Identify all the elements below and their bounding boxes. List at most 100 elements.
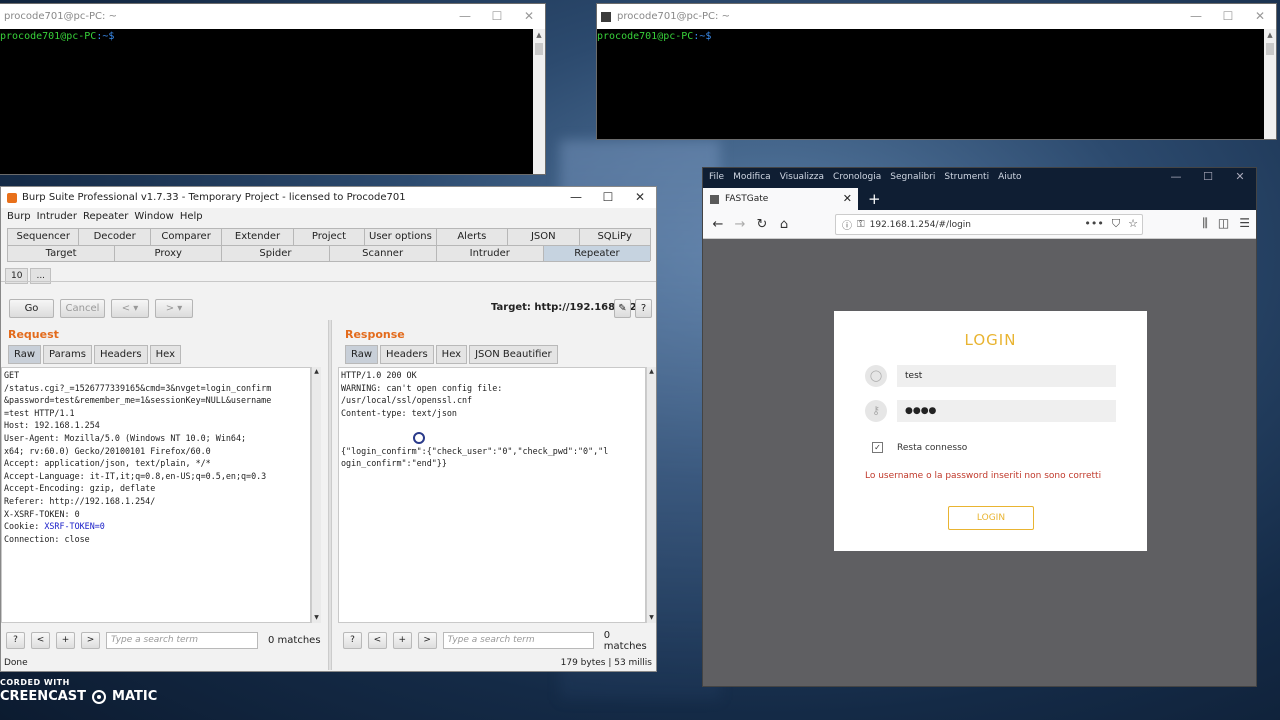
scroll-down-icon[interactable]: ▼ bbox=[647, 613, 656, 623]
close-icon[interactable]: ✕ bbox=[624, 187, 656, 208]
response-tab-json-beautifier[interactable]: JSON Beautifier bbox=[469, 345, 558, 364]
response-tab-raw[interactable]: Raw bbox=[345, 345, 379, 364]
tab-scanner[interactable]: Scanner bbox=[328, 245, 437, 261]
close-icon[interactable]: ✕ bbox=[1224, 168, 1256, 186]
close-icon[interactable]: ✕ bbox=[1244, 4, 1276, 29]
terminal-titlebar[interactable]: procode701@pc-PC: ~ — ☐ ✕ bbox=[0, 4, 545, 29]
terminal-window-right[interactable]: procode701@pc-PC: ~ — ☐ ✕ procode701@pc-… bbox=[596, 3, 1277, 140]
tab-sqlipy[interactable]: SQLiPy bbox=[578, 228, 651, 245]
tab-user-options[interactable]: User options bbox=[364, 228, 437, 245]
search-next-button[interactable]: > bbox=[417, 632, 437, 649]
menu-burp[interactable]: Burp bbox=[7, 211, 31, 222]
close-icon[interactable]: ✕ bbox=[513, 4, 545, 29]
menu-help[interactable]: Help bbox=[180, 211, 203, 222]
browser-tab[interactable]: FASTGate ✕ bbox=[703, 188, 858, 210]
minimize-icon[interactable]: — bbox=[449, 4, 481, 29]
terminal-scrollbar[interactable]: ▲ bbox=[533, 29, 545, 174]
tab-repeater[interactable]: Repeater bbox=[542, 245, 652, 261]
pocket-icon[interactable]: ⛉ bbox=[1112, 217, 1120, 231]
back-button[interactable]: < ▾ bbox=[111, 299, 149, 318]
go-button[interactable]: Go bbox=[9, 299, 54, 318]
menu-window[interactable]: Window bbox=[134, 211, 173, 222]
home-icon[interactable]: ⌂ bbox=[773, 217, 795, 232]
search-prev-button[interactable]: < bbox=[367, 632, 387, 649]
tab-target[interactable]: Target bbox=[7, 245, 116, 261]
scroll-up-icon[interactable]: ▲ bbox=[533, 29, 545, 41]
scroll-thumb[interactable] bbox=[535, 43, 543, 55]
menu-aiuto[interactable]: Aiuto bbox=[998, 172, 1021, 182]
terminal-window-left[interactable]: procode701@pc-PC: ~ — ☐ ✕ procode701@pc-… bbox=[0, 3, 546, 175]
cancel-button[interactable]: Cancel bbox=[60, 299, 105, 318]
forward-icon[interactable]: → bbox=[729, 217, 751, 232]
tab-json-beautifier[interactable]: JSON Beautifier bbox=[507, 228, 580, 258]
tab-comparer[interactable]: Comparer bbox=[149, 228, 223, 245]
split-pane-divider[interactable] bbox=[328, 320, 332, 670]
remember-checkbox[interactable]: ✓ bbox=[872, 442, 883, 453]
minimize-icon[interactable]: — bbox=[1180, 4, 1212, 29]
maximize-icon[interactable]: ☐ bbox=[481, 4, 513, 29]
response-scrollbar[interactable]: ▲ ▼ bbox=[646, 367, 656, 623]
forward-button[interactable]: > ▾ bbox=[155, 299, 193, 318]
response-editor[interactable]: HTTP/1.0 200 OK WARNING: can't open conf… bbox=[338, 367, 646, 623]
response-search-input[interactable]: Type a search term bbox=[442, 632, 594, 649]
search-prev-button[interactable]: < bbox=[31, 632, 50, 649]
library-icon[interactable]: ⫼ bbox=[1202, 216, 1208, 231]
minimize-icon[interactable]: — bbox=[1160, 168, 1192, 186]
terminal-body[interactable]: procode701@pc-PC:~$ bbox=[0, 29, 533, 174]
scroll-up-icon[interactable]: ▲ bbox=[1264, 29, 1276, 41]
terminal-scrollbar[interactable]: ▲ bbox=[1264, 29, 1276, 139]
search-help-button[interactable]: ? bbox=[343, 632, 362, 649]
minimize-icon[interactable]: — bbox=[560, 187, 592, 208]
url-bar[interactable]: ⓘ ⚿ 192.168.1.254/#/login ••• ⛉ ☆ bbox=[835, 214, 1143, 235]
terminal-titlebar[interactable]: procode701@pc-PC: ~ — ☐ ✕ bbox=[597, 4, 1276, 29]
info-icon[interactable]: ⓘ bbox=[842, 217, 852, 232]
scroll-down-icon[interactable]: ▼ bbox=[312, 613, 321, 623]
request-editor[interactable]: GET /status.cgi?_=1526777339165&cmd=3&nv… bbox=[1, 367, 311, 623]
menu-file[interactable]: File bbox=[709, 172, 724, 182]
target-help-button[interactable]: ? bbox=[635, 299, 652, 318]
sidebar-icon[interactable]: ◫ bbox=[1218, 216, 1229, 231]
maximize-icon[interactable]: ☐ bbox=[1212, 4, 1244, 29]
back-icon[interactable]: ← bbox=[707, 217, 729, 232]
request-tab-hex[interactable]: Hex bbox=[149, 345, 181, 364]
tab-spider[interactable]: Spider bbox=[221, 245, 330, 261]
request-search-input[interactable]: Type a search term bbox=[106, 632, 258, 649]
scroll-thumb[interactable] bbox=[1266, 43, 1274, 55]
password-input[interactable]: ●●●● bbox=[897, 400, 1116, 422]
username-input[interactable]: test bbox=[897, 365, 1116, 387]
response-tab-hex[interactable]: Hex bbox=[435, 345, 468, 364]
close-tab-icon[interactable]: ✕ bbox=[843, 192, 852, 205]
menu-repeater[interactable]: Repeater bbox=[83, 211, 128, 222]
scroll-up-icon[interactable]: ▲ bbox=[647, 367, 656, 377]
new-tab-icon[interactable]: + bbox=[868, 188, 881, 210]
request-tab-params[interactable]: Params bbox=[43, 345, 92, 364]
tab-extender[interactable]: Extender bbox=[221, 228, 294, 245]
menu-cronologia[interactable]: Cronologia bbox=[833, 172, 881, 182]
tab-decoder[interactable]: Decoder bbox=[78, 228, 151, 245]
terminal-body[interactable]: procode701@pc-PC:~$ bbox=[597, 29, 1264, 139]
menu-intruder[interactable]: Intruder bbox=[37, 211, 77, 222]
burp-suite-window[interactable]: Burp Suite Professional v1.7.33 - Tempor… bbox=[0, 186, 657, 672]
hamburger-menu-icon[interactable]: ☰ bbox=[1239, 216, 1250, 231]
tab-proxy[interactable]: Proxy bbox=[114, 245, 223, 261]
request-tab-headers[interactable]: Headers bbox=[93, 345, 148, 364]
search-help-button[interactable]: ? bbox=[6, 632, 25, 649]
search-add-button[interactable]: + bbox=[392, 632, 412, 649]
remember-me[interactable]: ✓ Resta connesso bbox=[872, 442, 967, 453]
burp-titlebar[interactable]: Burp Suite Professional v1.7.33 - Tempor… bbox=[1, 187, 656, 208]
maximize-icon[interactable]: ☐ bbox=[1192, 168, 1224, 186]
request-scrollbar[interactable]: ▲ ▼ bbox=[311, 367, 321, 623]
tab-sequencer[interactable]: Sequencer bbox=[7, 228, 80, 245]
reload-icon[interactable]: ↻ bbox=[751, 217, 773, 232]
maximize-icon[interactable]: ☐ bbox=[592, 187, 624, 208]
tab-intruder[interactable]: Intruder bbox=[435, 245, 544, 261]
scroll-up-icon[interactable]: ▲ bbox=[312, 367, 321, 377]
request-tab-raw[interactable]: Raw bbox=[8, 345, 42, 364]
response-tab-headers[interactable]: Headers bbox=[380, 345, 434, 364]
tab-project-options[interactable]: Project options bbox=[292, 228, 366, 258]
search-next-button[interactable]: > bbox=[81, 632, 100, 649]
bookmark-star-icon[interactable]: ☆ bbox=[1128, 217, 1138, 231]
menu-visualizza[interactable]: Visualizza bbox=[780, 172, 824, 182]
edit-target-button[interactable]: ✎ bbox=[614, 299, 631, 318]
insecure-key-icon[interactable]: ⚿ bbox=[857, 219, 865, 230]
